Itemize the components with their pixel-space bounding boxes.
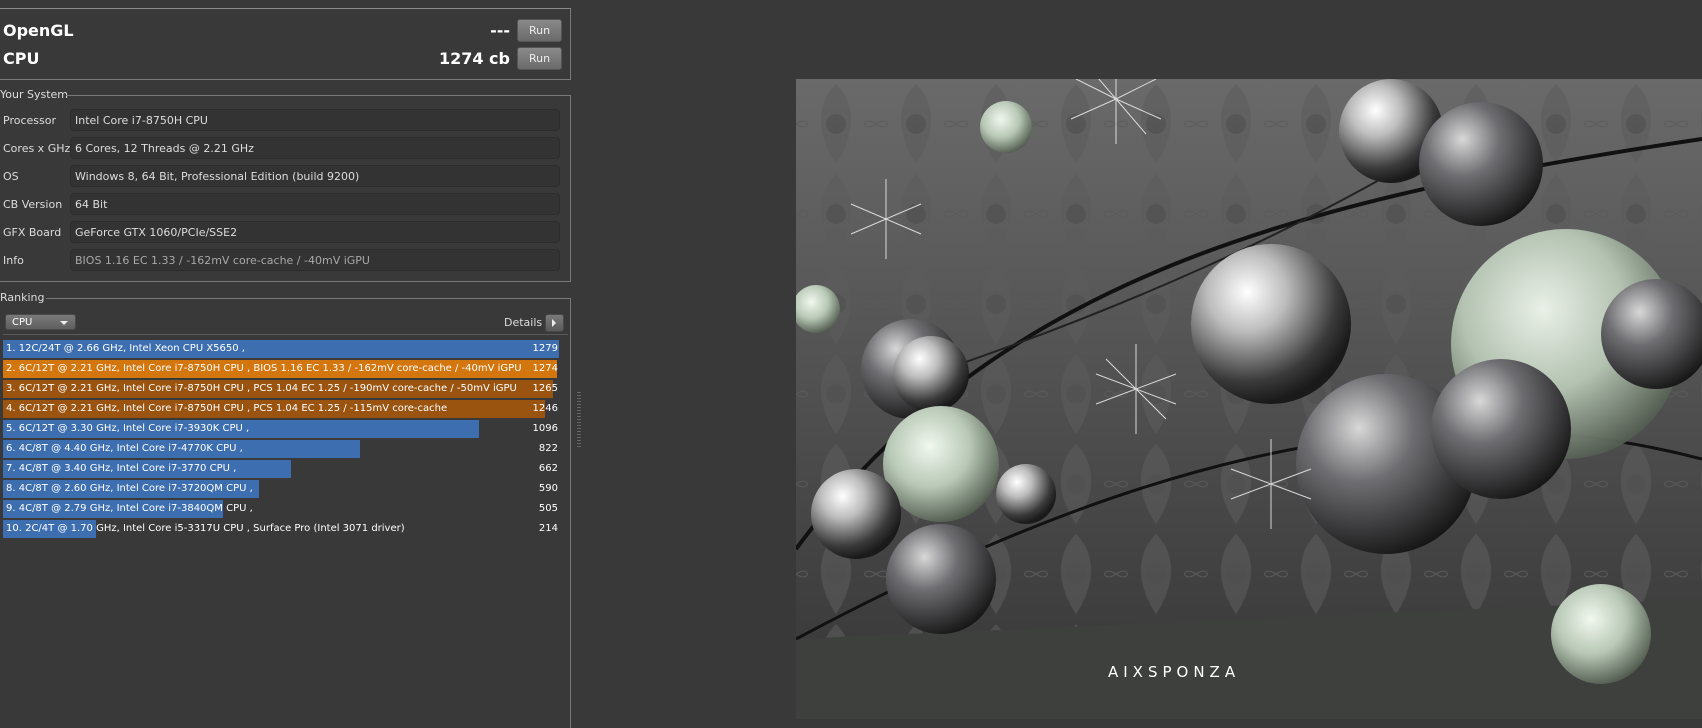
system-key: Processor <box>3 114 56 127</box>
ranking-row-score: 1265 <box>532 383 558 394</box>
system-key: Info <box>3 254 24 267</box>
cpu-label: CPU <box>3 49 40 68</box>
ranking-row[interactable]: 7. 4C/8T @ 3.40 GHz, Intel Core i7-3770 … <box>3 460 565 478</box>
ranking-row-score: 1274 <box>532 363 558 374</box>
system-value: 6 Cores, 12 Threads @ 2.21 GHz <box>70 137 560 159</box>
ranking-row-score: 662 <box>538 463 558 474</box>
opengl-row: OpenGL --- Run <box>0 17 570 43</box>
ranking-row-score: 1096 <box>532 423 558 434</box>
system-value: Intel Core i7-8750H CPU <box>70 109 560 131</box>
ranking-row[interactable]: 9. 4C/8T @ 2.79 GHz, Intel Core i7-3840Q… <box>3 500 565 518</box>
system-row-info: Info BIOS 1.16 EC 1.33 / -162mV core-cac… <box>0 249 570 273</box>
details-label: Details <box>504 316 543 329</box>
ranking-row-text: 8. 4C/8T @ 2.60 GHz, Intel Core i7-3720Q… <box>6 483 253 494</box>
system-row-processor: Processor Intel Core i7-8750H CPU <box>0 109 570 133</box>
system-value: GeForce GTX 1060/PCIe/SSE2 <box>70 221 560 243</box>
ranking-row[interactable]: 3. 6C/12T @ 2.21 GHz, Intel Core i7-8750… <box>3 380 565 398</box>
system-row-cores: Cores x GHz 6 Cores, 12 Threads @ 2.21 G… <box>0 137 570 161</box>
system-row-cb-version: CB Version 64 Bit <box>0 193 570 217</box>
render-preview <box>796 79 1702 719</box>
system-key: GFX Board <box>3 226 62 239</box>
ranking-row-text: 3. 6C/12T @ 2.21 GHz, Intel Core i7-8750… <box>6 383 517 394</box>
ranking-row-score: 822 <box>538 443 558 454</box>
ranking-row-score: 590 <box>538 483 558 494</box>
dropdown-value: CPU <box>12 317 33 328</box>
ranking-row[interactable]: 10. 2C/4T @ 1.70 GHz, Intel Core i5-3317… <box>3 520 565 538</box>
play-arrow-icon <box>552 319 556 327</box>
system-row-gfx-board: GFX Board GeForce GTX 1060/PCIe/SSE2 <box>0 221 570 245</box>
system-key: OS <box>3 170 19 183</box>
left-panel: OpenGL --- Run CPU 1274 cb Run Your Syst… <box>0 0 572 728</box>
ranking-row-text: 10. 2C/4T @ 1.70 GHz, Intel Core i5-3317… <box>6 523 405 534</box>
benchmark-box: OpenGL --- Run CPU 1274 cb Run <box>0 8 571 80</box>
ranking-row-text: 6. 4C/8T @ 4.40 GHz, Intel Core i7-4770K… <box>6 443 243 454</box>
cpu-row: CPU 1274 cb Run <box>0 45 570 71</box>
ranking-row-text: 7. 4C/8T @ 3.40 GHz, Intel Core i7-3770 … <box>6 463 237 474</box>
ranking-row-score: 505 <box>538 503 558 514</box>
cpu-run-button[interactable]: Run <box>517 47 562 70</box>
render-image <box>796 79 1702 719</box>
system-row-os: OS Windows 8, 64 Bit, Professional Editi… <box>0 165 570 189</box>
render-watermark: AIXSPONZA <box>1108 663 1241 681</box>
opengl-run-button[interactable]: Run <box>517 19 562 42</box>
ranking-row[interactable]: 5. 6C/12T @ 3.30 GHz, Intel Core i7-3930… <box>3 420 565 438</box>
ranking-row-text: 9. 4C/8T @ 2.79 GHz, Intel Core i7-3840Q… <box>6 503 253 514</box>
splitter-handle[interactable] <box>577 392 581 448</box>
opengl-label: OpenGL <box>3 21 74 40</box>
ranking-row-score: 1279 <box>532 343 558 354</box>
system-key: Cores x GHz <box>3 142 71 155</box>
ranking-row[interactable]: 1. 12C/24T @ 2.66 GHz, Intel Xeon CPU X5… <box>3 340 565 358</box>
ranking-row-text: 5. 6C/12T @ 3.30 GHz, Intel Core i7-3930… <box>6 423 250 434</box>
ranking-row[interactable]: 8. 4C/8T @ 2.60 GHz, Intel Core i7-3720Q… <box>3 480 565 498</box>
chevron-down-icon <box>60 321 68 325</box>
details-button[interactable] <box>545 314 564 332</box>
ranking-separator <box>3 334 568 335</box>
ranking-row-text: 4. 6C/12T @ 2.21 GHz, Intel Core i7-8750… <box>6 403 448 414</box>
system-key: CB Version <box>3 198 63 211</box>
opengl-score: --- <box>490 21 510 40</box>
cpu-score: 1274 cb <box>438 49 510 68</box>
ranking-row-score: 1246 <box>532 403 558 414</box>
ranking-row[interactable]: 2. 6C/12T @ 2.21 GHz, Intel Core i7-8750… <box>3 360 565 378</box>
your-system-box: Processor Intel Core i7-8750H CPU Cores … <box>0 95 571 282</box>
ranking-row[interactable]: 4. 6C/12T @ 2.21 GHz, Intel Core i7-8750… <box>3 400 565 418</box>
system-value: 64 Bit <box>70 193 560 215</box>
ranking-row-text: 1. 12C/24T @ 2.66 GHz, Intel Xeon CPU X5… <box>6 343 245 354</box>
ranking-type-dropdown[interactable]: CPU <box>5 314 76 330</box>
info-input[interactable]: BIOS 1.16 EC 1.33 / -162mV core-cache / … <box>70 249 560 271</box>
system-value: Windows 8, 64 Bit, Professional Edition … <box>70 165 560 187</box>
ranking-row-score: 214 <box>538 523 558 534</box>
ranking-row[interactable]: 6. 4C/8T @ 4.40 GHz, Intel Core i7-4770K… <box>3 440 565 458</box>
ranking-row-text: 2. 6C/12T @ 2.21 GHz, Intel Core i7-8750… <box>6 363 522 374</box>
